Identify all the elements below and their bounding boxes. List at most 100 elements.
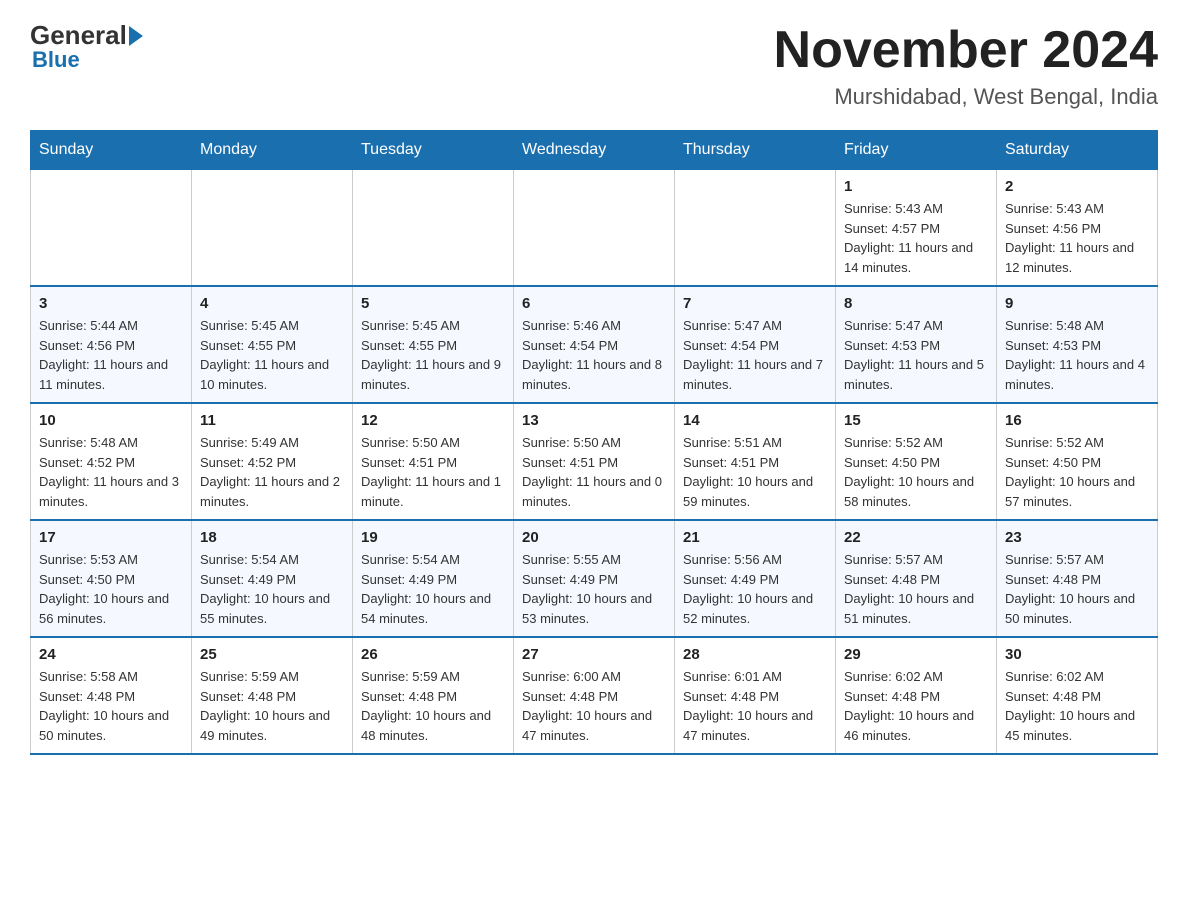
calendar-cell: 19 Sunrise: 5:54 AMSunset: 4:49 PMDayligh…: [353, 520, 514, 637]
calendar-cell: [192, 170, 353, 287]
day-info: Sunrise: 5:49 AMSunset: 4:52 PMDaylight:…: [200, 433, 344, 511]
day-number: 2: [1005, 178, 1149, 195]
day-info: Sunrise: 5:50 AMSunset: 4:51 PMDaylight:…: [522, 433, 666, 511]
day-info: Sunrise: 5:58 AMSunset: 4:48 PMDaylight:…: [39, 667, 183, 745]
day-number: 3: [39, 295, 183, 312]
day-number: 4: [200, 295, 344, 312]
day-number: 28: [683, 646, 827, 663]
logo: General Blue: [30, 20, 143, 73]
day-of-week-friday: Friday: [836, 131, 997, 170]
day-info: Sunrise: 5:45 AMSunset: 4:55 PMDaylight:…: [200, 316, 344, 394]
day-of-week-saturday: Saturday: [997, 131, 1158, 170]
day-info: Sunrise: 5:46 AMSunset: 4:54 PMDaylight:…: [522, 316, 666, 394]
calendar-cell: 13 Sunrise: 5:50 AMSunset: 4:51 PMDayligh…: [514, 403, 675, 520]
day-number: 18: [200, 529, 344, 546]
calendar-cell: 27 Sunrise: 6:00 AMSunset: 4:48 PMDayligh…: [514, 637, 675, 754]
calendar-cell: 22 Sunrise: 5:57 AMSunset: 4:48 PMDayligh…: [836, 520, 997, 637]
calendar-cell: [514, 170, 675, 287]
day-info: Sunrise: 5:48 AMSunset: 4:52 PMDaylight:…: [39, 433, 183, 511]
day-number: 19: [361, 529, 505, 546]
logo-arrow-icon: [129, 26, 143, 46]
day-number: 22: [844, 529, 988, 546]
day-number: 23: [1005, 529, 1149, 546]
day-number: 13: [522, 412, 666, 429]
calendar-cell: 26 Sunrise: 5:59 AMSunset: 4:48 PMDayligh…: [353, 637, 514, 754]
day-info: Sunrise: 5:59 AMSunset: 4:48 PMDaylight:…: [361, 667, 505, 745]
day-number: 17: [39, 529, 183, 546]
calendar-cell: 24 Sunrise: 5:58 AMSunset: 4:48 PMDayligh…: [31, 637, 192, 754]
calendar-cell: 7 Sunrise: 5:47 AMSunset: 4:54 PMDaylight…: [675, 286, 836, 403]
week-row-4: 17 Sunrise: 5:53 AMSunset: 4:50 PMDayligh…: [31, 520, 1158, 637]
day-info: Sunrise: 6:02 AMSunset: 4:48 PMDaylight:…: [844, 667, 988, 745]
day-number: 5: [361, 295, 505, 312]
calendar-cell: 12 Sunrise: 5:50 AMSunset: 4:51 PMDayligh…: [353, 403, 514, 520]
day-number: 25: [200, 646, 344, 663]
day-number: 27: [522, 646, 666, 663]
day-info: Sunrise: 5:47 AMSunset: 4:53 PMDaylight:…: [844, 316, 988, 394]
logo-blue: Blue: [32, 47, 80, 73]
calendar-cell: 5Sunrise: 5:45 AMSunset: 4:55 PMDaylight…: [353, 286, 514, 403]
day-number: 7: [683, 295, 827, 312]
calendar-cell: 29Sunrise: 6:02 AMSunset: 4:48 PMDayligh…: [836, 637, 997, 754]
day-info: Sunrise: 6:02 AMSunset: 4:48 PMDaylight:…: [1005, 667, 1149, 745]
day-number: 6: [522, 295, 666, 312]
calendar-table: SundayMondayTuesdayWednesdayThursdayFrid…: [30, 130, 1158, 755]
calendar-cell: 14Sunrise: 5:51 AMSunset: 4:51 PMDayligh…: [675, 403, 836, 520]
calendar-cell: 20Sunrise: 5:55 AMSunset: 4:49 PMDayligh…: [514, 520, 675, 637]
day-number: 12: [361, 412, 505, 429]
calendar-cell: 18 Sunrise: 5:54 AMSunset: 4:49 PMDayligh…: [192, 520, 353, 637]
day-of-week-sunday: Sunday: [31, 131, 192, 170]
week-row-1: 1 Sunrise: 5:43 AMSunset: 4:57 PMDaylight…: [31, 170, 1158, 287]
day-info: Sunrise: 5:54 AMSunset: 4:49 PMDaylight:…: [361, 550, 505, 628]
calendar-cell: 30 Sunrise: 6:02 AMSunset: 4:48 PMDayligh…: [997, 637, 1158, 754]
calendar-cell: 9Sunrise: 5:48 AMSunset: 4:53 PMDaylight…: [997, 286, 1158, 403]
calendar-cell: 25 Sunrise: 5:59 AMSunset: 4:48 PMDayligh…: [192, 637, 353, 754]
day-number: 30: [1005, 646, 1149, 663]
day-info: Sunrise: 5:59 AMSunset: 4:48 PMDaylight:…: [200, 667, 344, 745]
day-info: Sunrise: 5:52 AMSunset: 4:50 PMDaylight:…: [1005, 433, 1149, 511]
week-row-5: 24 Sunrise: 5:58 AMSunset: 4:48 PMDayligh…: [31, 637, 1158, 754]
month-year-title: November 2024: [774, 20, 1158, 80]
calendar-cell: 4 Sunrise: 5:45 AMSunset: 4:55 PMDaylight…: [192, 286, 353, 403]
day-number: 10: [39, 412, 183, 429]
day-info: Sunrise: 5:43 AMSunset: 4:57 PMDaylight:…: [844, 199, 988, 277]
day-of-week-wednesday: Wednesday: [514, 131, 675, 170]
day-info: Sunrise: 5:47 AMSunset: 4:54 PMDaylight:…: [683, 316, 827, 394]
day-number: 11: [200, 412, 344, 429]
day-number: 21: [683, 529, 827, 546]
calendar-body: 1 Sunrise: 5:43 AMSunset: 4:57 PMDaylight…: [31, 170, 1158, 755]
day-number: 20: [522, 529, 666, 546]
day-info: Sunrise: 5:52 AMSunset: 4:50 PMDaylight:…: [844, 433, 988, 511]
day-info: Sunrise: 5:44 AMSunset: 4:56 PMDaylight:…: [39, 316, 183, 394]
day-info: Sunrise: 5:43 AMSunset: 4:56 PMDaylight:…: [1005, 199, 1149, 277]
calendar-cell: 1 Sunrise: 5:43 AMSunset: 4:57 PMDaylight…: [836, 170, 997, 287]
day-info: Sunrise: 5:57 AMSunset: 4:48 PMDaylight:…: [1005, 550, 1149, 628]
calendar-cell: [675, 170, 836, 287]
calendar-cell: 11 Sunrise: 5:49 AMSunset: 4:52 PMDayligh…: [192, 403, 353, 520]
day-info: Sunrise: 5:54 AMSunset: 4:49 PMDaylight:…: [200, 550, 344, 628]
day-info: Sunrise: 5:53 AMSunset: 4:50 PMDaylight:…: [39, 550, 183, 628]
day-number: 24: [39, 646, 183, 663]
calendar-cell: 3 Sunrise: 5:44 AMSunset: 4:56 PMDaylight…: [31, 286, 192, 403]
calendar-cell: 23 Sunrise: 5:57 AMSunset: 4:48 PMDayligh…: [997, 520, 1158, 637]
day-info: Sunrise: 5:57 AMSunset: 4:48 PMDaylight:…: [844, 550, 988, 628]
calendar-cell: 2 Sunrise: 5:43 AMSunset: 4:56 PMDaylight…: [997, 170, 1158, 287]
calendar-cell: 8 Sunrise: 5:47 AMSunset: 4:53 PMDaylight…: [836, 286, 997, 403]
calendar-cell: 10 Sunrise: 5:48 AMSunset: 4:52 PMDayligh…: [31, 403, 192, 520]
calendar-cell: [353, 170, 514, 287]
calendar-cell: 17 Sunrise: 5:53 AMSunset: 4:50 PMDayligh…: [31, 520, 192, 637]
day-info: Sunrise: 5:50 AMSunset: 4:51 PMDaylight:…: [361, 433, 505, 511]
day-number: 14: [683, 412, 827, 429]
day-of-week-thursday: Thursday: [675, 131, 836, 170]
day-number: 16: [1005, 412, 1149, 429]
day-number: 1: [844, 178, 988, 195]
day-of-week-monday: Monday: [192, 131, 353, 170]
day-info: Sunrise: 6:00 AMSunset: 4:48 PMDaylight:…: [522, 667, 666, 745]
calendar-cell: 16 Sunrise: 5:52 AMSunset: 4:50 PMDayligh…: [997, 403, 1158, 520]
calendar-cell: 6 Sunrise: 5:46 AMSunset: 4:54 PMDaylight…: [514, 286, 675, 403]
day-number: 26: [361, 646, 505, 663]
calendar-cell: [31, 170, 192, 287]
day-number: 8: [844, 295, 988, 312]
calendar-cell: 15 Sunrise: 5:52 AMSunset: 4:50 PMDayligh…: [836, 403, 997, 520]
day-number: 15: [844, 412, 988, 429]
